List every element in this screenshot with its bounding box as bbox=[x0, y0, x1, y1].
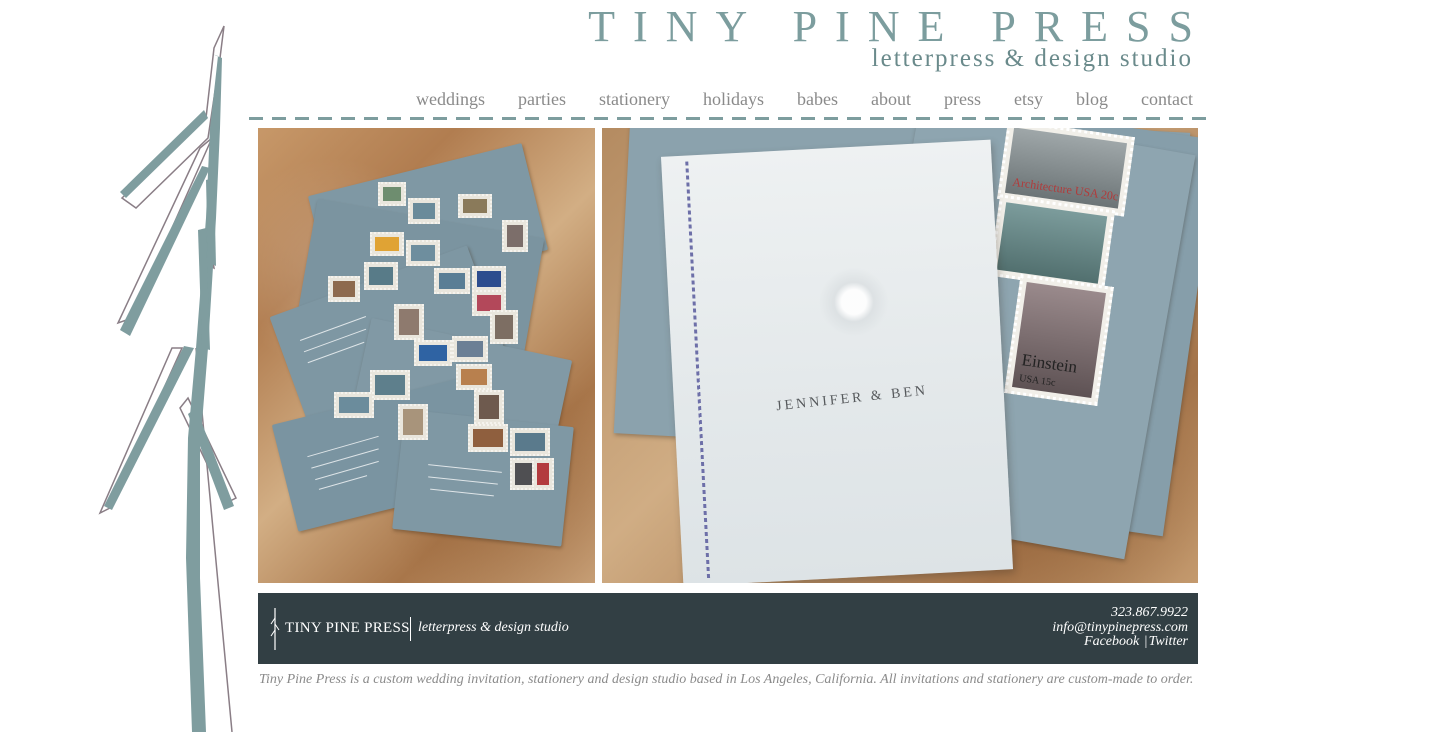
stamp bbox=[398, 404, 428, 440]
stamp bbox=[370, 232, 404, 256]
stamp bbox=[406, 240, 440, 266]
nav-item-weddings[interactable]: weddings bbox=[383, 88, 485, 110]
stamp bbox=[456, 364, 492, 390]
nav-item-about[interactable]: about bbox=[838, 88, 911, 110]
footer-phone: 323.867.9922 bbox=[1111, 605, 1188, 620]
stamp bbox=[458, 194, 492, 218]
footer-email-link[interactable]: info@tinypinepress.com bbox=[1052, 620, 1188, 635]
nav-item-babes[interactable]: babes bbox=[764, 88, 838, 110]
stamp bbox=[490, 310, 518, 344]
photo-booklet[interactable]: Architecture USA 20c Einstein USA 15c JE… bbox=[602, 128, 1198, 583]
stamp-printing-press bbox=[988, 194, 1116, 292]
nav-item-press[interactable]: press bbox=[911, 88, 981, 110]
flower-illustration bbox=[817, 265, 891, 339]
footer-brand-name[interactable]: TINY PINE PRESS bbox=[285, 620, 410, 637]
stamp bbox=[394, 304, 424, 340]
nav-item-parties[interactable]: parties bbox=[485, 88, 566, 110]
stamp bbox=[510, 428, 550, 456]
stamp bbox=[328, 276, 360, 302]
footer-contact: 323.867.9922 info@tinypinepress.com Face… bbox=[1052, 605, 1188, 650]
invitation-booklet: JENNIFER & BEN bbox=[660, 139, 1014, 583]
stamp bbox=[434, 268, 470, 294]
nav-item-holidays[interactable]: holidays bbox=[670, 88, 764, 110]
stamp bbox=[468, 424, 508, 452]
booklet-names: JENNIFER & BEN bbox=[775, 383, 929, 415]
stamp bbox=[370, 370, 410, 400]
stamp-einstein: Einstein USA 15c bbox=[1004, 274, 1114, 406]
stamp bbox=[502, 220, 528, 252]
main-nav: weddings parties stationery holidays bab… bbox=[383, 88, 1193, 110]
footer-link-separator: | bbox=[1143, 634, 1148, 649]
photo-envelopes[interactable] bbox=[258, 128, 595, 583]
nav-item-blog[interactable]: blog bbox=[1043, 88, 1108, 110]
brand-subtitle: letterpress & design studio bbox=[871, 45, 1193, 72]
nav-item-stationery[interactable]: stationery bbox=[566, 88, 670, 110]
stamp bbox=[474, 390, 504, 424]
pine-tree-illustration bbox=[98, 25, 237, 732]
stamp bbox=[452, 336, 488, 362]
footer-twitter-link[interactable]: Twitter bbox=[1149, 634, 1188, 649]
about-description: Tiny Pine Press is a custom wedding invi… bbox=[259, 672, 1194, 687]
stamp bbox=[408, 198, 440, 224]
stamp bbox=[414, 340, 452, 366]
stamp bbox=[532, 458, 554, 490]
footer-facebook-link[interactable]: Facebook bbox=[1084, 634, 1139, 649]
booklet-stitching bbox=[685, 161, 711, 580]
footer-divider bbox=[410, 617, 411, 641]
pine-tree-logo-icon bbox=[270, 608, 280, 650]
stamp bbox=[364, 262, 398, 290]
footer-tagline: letterpress & design studio bbox=[418, 620, 569, 635]
stamp bbox=[378, 182, 406, 206]
stamp bbox=[472, 266, 506, 292]
nav-item-contact[interactable]: contact bbox=[1108, 88, 1193, 110]
dashed-divider bbox=[249, 117, 1209, 120]
nav-item-etsy[interactable]: etsy bbox=[981, 88, 1043, 110]
stamp-einstein-value: USA 15c bbox=[1018, 372, 1057, 389]
stamp bbox=[334, 392, 374, 418]
